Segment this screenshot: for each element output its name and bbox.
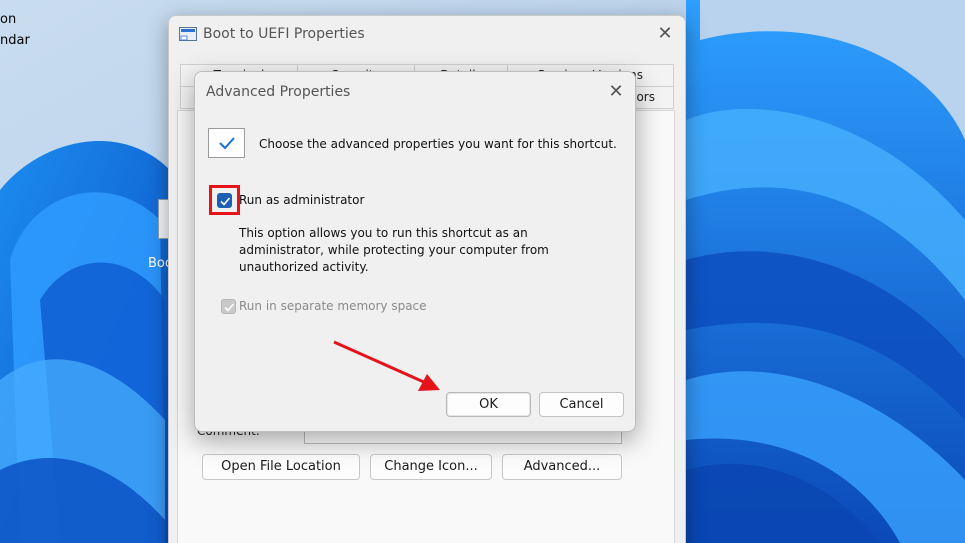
ok-button[interactable]: OK bbox=[446, 392, 531, 417]
cancel-button[interactable]: Cancel bbox=[539, 392, 624, 417]
app-shortcut-icon bbox=[179, 27, 197, 41]
change-icon-button[interactable]: Change Icon... bbox=[370, 454, 492, 480]
checkmark-icon bbox=[208, 128, 245, 158]
description-line: This option allows you to run this short… bbox=[239, 226, 528, 240]
run-as-admin-checkbox[interactable] bbox=[217, 193, 232, 208]
properties-title: Boot to UEFI Properties bbox=[203, 26, 365, 42]
separate-memory-checkbox bbox=[221, 299, 236, 314]
advanced-prompt: Choose the advanced properties you want … bbox=[259, 137, 617, 151]
arrow-icon bbox=[333, 340, 440, 391]
run-as-admin-label[interactable]: Run as administrator bbox=[239, 193, 364, 207]
properties-titlebar[interactable]: Boot to UEFI Properties ✕ bbox=[169, 16, 685, 52]
description-line: unauthorized activity. bbox=[239, 260, 369, 274]
separate-memory-label: Run in separate memory space bbox=[239, 299, 427, 313]
close-icon[interactable]: ✕ bbox=[655, 24, 675, 44]
run-as-admin-description: This option allows you to run this short… bbox=[239, 225, 569, 276]
advanced-button[interactable]: Advanced... bbox=[502, 454, 622, 480]
desktop-label-partial-1[interactable]: on bbox=[0, 12, 16, 27]
desktop-label-partial-2[interactable]: ndar bbox=[0, 33, 30, 48]
advanced-dialog-title: Advanced Properties bbox=[206, 84, 351, 100]
description-line: administrator, while protecting your com… bbox=[239, 243, 549, 257]
open-file-location-button[interactable]: Open File Location bbox=[202, 454, 360, 480]
close-icon[interactable]: ✕ bbox=[606, 82, 626, 102]
